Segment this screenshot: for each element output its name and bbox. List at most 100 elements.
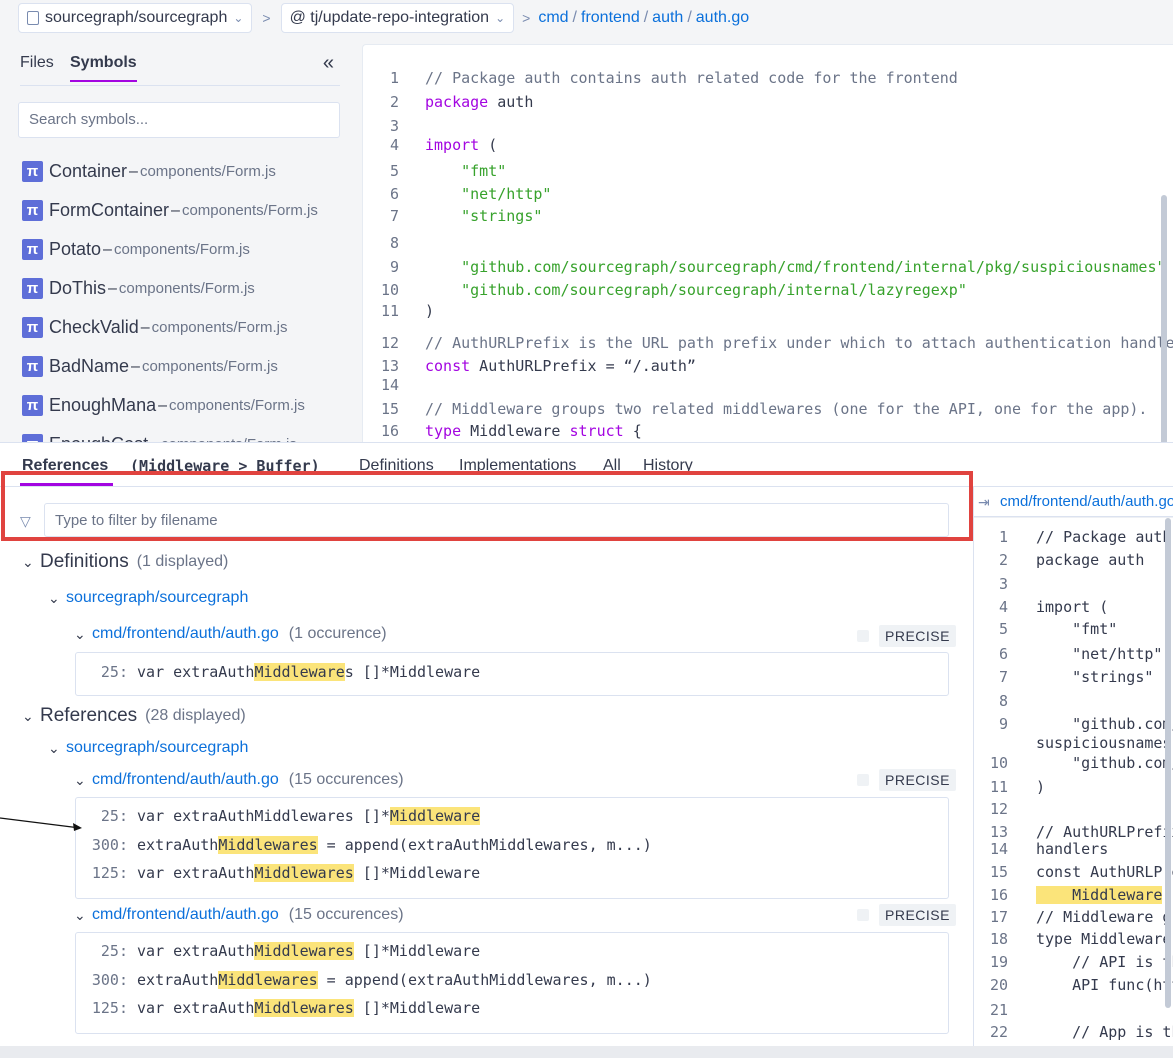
- pi-symbol-icon: π: [22, 161, 43, 182]
- code-view[interactable]: 1 // Package auth contains auth related c…: [362, 44, 1173, 442]
- line-number: 17: [989, 908, 1008, 926]
- preview-code-text: "strings": [1036, 668, 1154, 686]
- references-repo-header[interactable]: ⌄ sourcegraph/sourcegraph: [48, 739, 248, 757]
- definitions-group-header[interactable]: ⌄ Definitions (1 displayed): [22, 551, 228, 573]
- open-file-icon[interactable]: ⇥: [978, 494, 990, 511]
- symbol-name: Container: [49, 161, 128, 181]
- precision-dot: [857, 909, 869, 921]
- pi-symbol-icon: π: [22, 200, 43, 221]
- line-number: 8: [389, 234, 399, 252]
- symbol-item[interactable]: π CheckValid – components/Form.js: [22, 308, 318, 347]
- line-number: 9: [998, 715, 1008, 733]
- line-number: 15: [989, 863, 1008, 881]
- code-token: ): [425, 302, 435, 320]
- code-scrollbar[interactable]: [1161, 195, 1167, 442]
- code-token: // AuthURLPrefix is the URL path prefix …: [425, 334, 1173, 352]
- preview-file-link[interactable]: cmd/frontend/auth/auth.go: [1000, 493, 1173, 510]
- preview-code-text: package auth: [1036, 551, 1145, 569]
- symbol-item[interactable]: π EnoughMana – components/Form.js: [22, 386, 318, 425]
- sidebar-tabs: Files Symbols «: [20, 40, 340, 86]
- pi-symbol-icon: π: [22, 317, 43, 338]
- chevron-down-icon: ⌄: [74, 906, 86, 923]
- result-line[interactable]: 125: var extraAuthMiddlewares []*Middlew…: [76, 999, 480, 1021]
- symbol-item[interactable]: π FormContainer – components/Form.js: [22, 191, 318, 230]
- line-number: 12: [989, 800, 1008, 818]
- line-number: 13: [989, 823, 1008, 841]
- preview-code-text: "net/http": [1036, 645, 1163, 663]
- breadcrumb-segment[interactable]: auth.go: [696, 9, 749, 27]
- symbol-item[interactable]: πEnoughCost–components/Form.js: [22, 425, 318, 442]
- repo-name: sourcegraph/sourcegraph: [45, 9, 228, 26]
- result-line-number: 25:: [100, 663, 128, 681]
- references-group-header[interactable]: ⌄ References (28 displayed): [22, 705, 246, 727]
- chevron-right-icon: >: [522, 10, 531, 26]
- line-number: 19: [989, 953, 1008, 971]
- breadcrumb-segment[interactable]: auth: [652, 9, 683, 27]
- symbol-search-input[interactable]: Search symbols...: [18, 102, 340, 138]
- result-line[interactable]: 300: extraAuthMiddlewares = append(extra…: [76, 836, 652, 858]
- code-text: "strings": [425, 207, 542, 225]
- code-token: // Middleware groups two related middlew…: [425, 400, 1148, 418]
- result-match-highlight: Middlewares: [218, 971, 318, 989]
- result-line[interactable]: 25: var extraAuthMiddlewares []*Middlewa…: [76, 942, 480, 964]
- result-code-after: []*Middleware: [353, 864, 481, 882]
- definitions-title: Definitions: [40, 551, 129, 572]
- result-code-before: var extraAuthMiddlewares []*: [128, 807, 390, 825]
- breadcrumb-segment[interactable]: frontend: [581, 9, 640, 27]
- code-token: "net/http": [461, 185, 552, 203]
- file-link[interactable]: cmd/frontend/auth/auth.go: [92, 906, 279, 924]
- breadcrumb-segment[interactable]: cmd: [538, 9, 568, 27]
- result-line[interactable]: 25: var extraAuthMiddlewares []*Middlewa…: [76, 663, 480, 685]
- sidebar: Files Symbols « Search symbols... π Conta…: [0, 40, 352, 442]
- definitions-repo-header[interactable]: ⌄ sourcegraph/sourcegraph: [48, 589, 248, 607]
- result-line[interactable]: 25: var extraAuthMiddlewares []*Middlewa…: [76, 807, 481, 829]
- code-text: package auth: [425, 93, 533, 111]
- chevron-down-icon: ⌄: [74, 625, 86, 642]
- result-line[interactable]: 125: var extraAuthMiddlewares []*Middlew…: [76, 864, 480, 886]
- symbol-list: π Container – components/Form.js π FormContai…: [22, 152, 318, 442]
- code-preview-pane[interactable]: ⇥ cmd/frontend/auth/auth.go 1 // Package …: [973, 487, 1173, 1046]
- line-number: 4: [998, 598, 1008, 616]
- precision-dot: [857, 630, 869, 642]
- symbol-path: components/Form.js: [139, 163, 276, 180]
- symbol-item[interactable]: π BadName – components/Form.js: [22, 347, 318, 386]
- code-token: (: [479, 136, 498, 154]
- repo-link[interactable]: sourcegraph/sourcegraph: [66, 739, 248, 757]
- chevron-right-icon: >: [262, 10, 271, 26]
- symbol-path: components/Form.js: [141, 358, 278, 375]
- precise-indicator: PRECISE: [857, 904, 956, 926]
- result-line[interactable]: 300: extraAuthMiddlewares = append(extra…: [76, 971, 652, 993]
- definitions-file-header[interactable]: ⌄ cmd/frontend/auth/auth.go (1 occurence…: [74, 625, 387, 643]
- tab-files[interactable]: Files: [20, 54, 54, 72]
- reference-file-header[interactable]: ⌄ cmd/frontend/auth/auth.go (15 occurenc…: [74, 906, 404, 924]
- preview-code-text: // Middleware groups two related middlew…: [1036, 908, 1173, 926]
- result-code-before: extraAuth: [128, 971, 219, 989]
- pi-symbol-icon: π: [22, 395, 43, 416]
- line-number: 2: [389, 93, 399, 111]
- preview-scrollbar[interactable]: [1165, 518, 1171, 1008]
- result-line-number: 300:: [91, 971, 128, 989]
- revision-selector[interactable]: @ tj/update-repo-integration ⌄: [280, 3, 515, 33]
- line-number: 5: [998, 620, 1008, 638]
- tab-symbols[interactable]: Symbols: [70, 54, 137, 82]
- symbol-item[interactable]: π DoThis – components/Form.js: [22, 269, 318, 308]
- line-number: 6: [998, 645, 1008, 663]
- reference-file-header[interactable]: ⌄ cmd/frontend/auth/auth.go (15 occurenc…: [74, 771, 404, 789]
- collapse-sidebar-icon[interactable]: «: [323, 52, 334, 75]
- code-text: // Package auth contains auth related co…: [425, 69, 958, 87]
- preview-code-text: // AuthURLPrefix is the URL path prefix …: [1036, 823, 1173, 841]
- symbol-item[interactable]: π Potato – components/Form.js: [22, 230, 318, 269]
- repo-link[interactable]: sourcegraph/sourcegraph: [66, 589, 248, 607]
- file-link[interactable]: cmd/frontend/auth/auth.go: [92, 771, 279, 789]
- symbol-path: components/Form.js: [181, 202, 318, 219]
- symbol-name: EnoughCost: [49, 434, 148, 442]
- precise-badge: PRECISE: [879, 769, 956, 791]
- line-number: 1: [998, 528, 1008, 546]
- file-link[interactable]: cmd/frontend/auth/auth.go: [92, 625, 279, 643]
- symbol-item[interactable]: π Container – components/Form.js: [22, 152, 318, 191]
- repo-selector[interactable]: sourcegraph/sourcegraph ⌄: [18, 3, 253, 33]
